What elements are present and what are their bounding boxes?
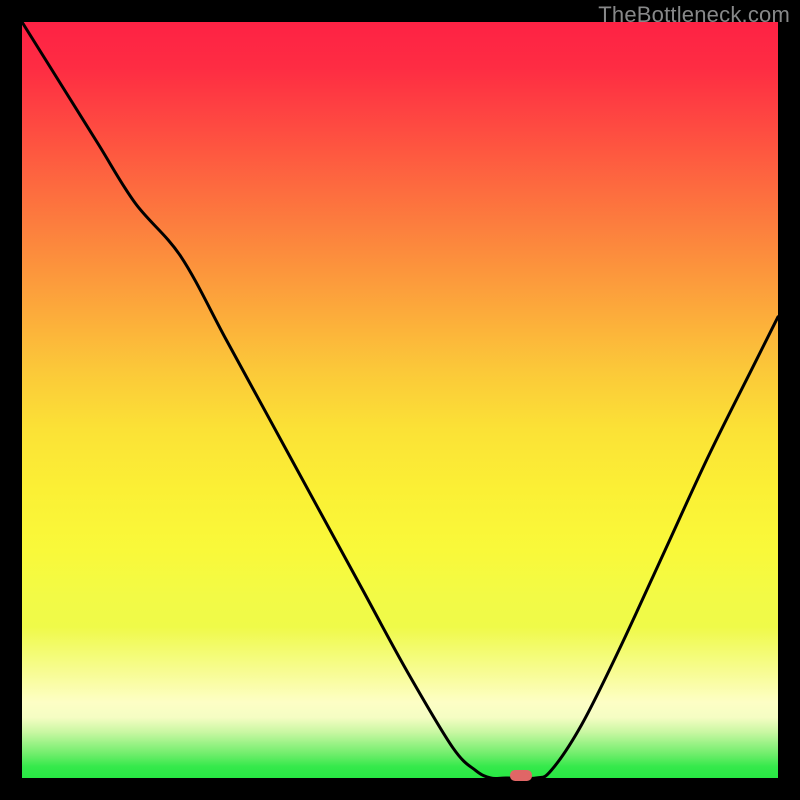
plot-area [22, 22, 778, 778]
optimum-marker [510, 770, 532, 781]
chart-frame: TheBottleneck.com [0, 0, 800, 800]
bottleneck-curve [22, 22, 778, 778]
